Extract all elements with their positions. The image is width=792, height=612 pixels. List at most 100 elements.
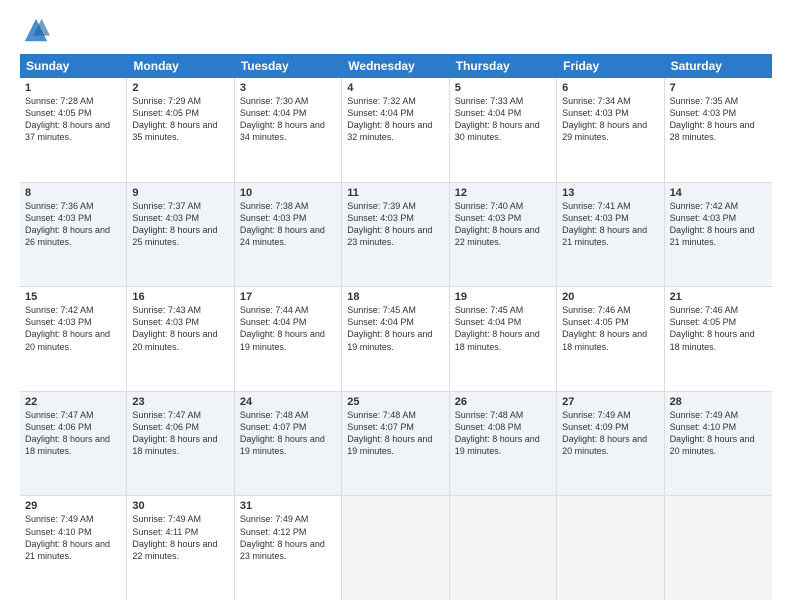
calendar-cell: 5Sunrise: 7:33 AMSunset: 4:04 PMDaylight… — [450, 78, 557, 182]
day-number: 9 — [132, 187, 228, 199]
weekday-header: Saturday — [665, 54, 772, 78]
calendar-cell: 28Sunrise: 7:49 AMSunset: 4:10 PMDayligh… — [665, 392, 772, 496]
day-info: Sunrise: 7:46 AMSunset: 4:05 PMDaylight:… — [562, 304, 658, 353]
day-info: Sunrise: 7:35 AMSunset: 4:03 PMDaylight:… — [670, 95, 767, 144]
day-number: 2 — [132, 82, 228, 94]
day-info: Sunrise: 7:42 AMSunset: 4:03 PMDaylight:… — [25, 304, 121, 353]
day-info: Sunrise: 7:49 AMSunset: 4:11 PMDaylight:… — [132, 513, 228, 562]
calendar-cell: 15Sunrise: 7:42 AMSunset: 4:03 PMDayligh… — [20, 287, 127, 391]
day-number: 29 — [25, 500, 121, 512]
calendar-cell: 8Sunrise: 7:36 AMSunset: 4:03 PMDaylight… — [20, 183, 127, 287]
calendar-row: 15Sunrise: 7:42 AMSunset: 4:03 PMDayligh… — [20, 287, 772, 392]
day-number: 23 — [132, 396, 228, 408]
day-number: 26 — [455, 396, 551, 408]
calendar-cell — [665, 496, 772, 600]
calendar-cell: 31Sunrise: 7:49 AMSunset: 4:12 PMDayligh… — [235, 496, 342, 600]
day-number: 1 — [25, 82, 121, 94]
day-info: Sunrise: 7:49 AMSunset: 4:09 PMDaylight:… — [562, 409, 658, 458]
calendar-cell: 29Sunrise: 7:49 AMSunset: 4:10 PMDayligh… — [20, 496, 127, 600]
day-info: Sunrise: 7:33 AMSunset: 4:04 PMDaylight:… — [455, 95, 551, 144]
header — [20, 16, 772, 44]
calendar-cell: 21Sunrise: 7:46 AMSunset: 4:05 PMDayligh… — [665, 287, 772, 391]
day-number: 4 — [347, 82, 443, 94]
day-info: Sunrise: 7:49 AMSunset: 4:10 PMDaylight:… — [25, 513, 121, 562]
calendar-cell: 19Sunrise: 7:45 AMSunset: 4:04 PMDayligh… — [450, 287, 557, 391]
calendar-cell: 9Sunrise: 7:37 AMSunset: 4:03 PMDaylight… — [127, 183, 234, 287]
calendar-body: 1Sunrise: 7:28 AMSunset: 4:05 PMDaylight… — [20, 78, 772, 600]
day-number: 14 — [670, 187, 767, 199]
day-number: 25 — [347, 396, 443, 408]
calendar-cell: 27Sunrise: 7:49 AMSunset: 4:09 PMDayligh… — [557, 392, 664, 496]
day-info: Sunrise: 7:42 AMSunset: 4:03 PMDaylight:… — [670, 200, 767, 249]
day-info: Sunrise: 7:48 AMSunset: 4:07 PMDaylight:… — [347, 409, 443, 458]
day-number: 11 — [347, 187, 443, 199]
day-info: Sunrise: 7:45 AMSunset: 4:04 PMDaylight:… — [347, 304, 443, 353]
calendar-cell: 18Sunrise: 7:45 AMSunset: 4:04 PMDayligh… — [342, 287, 449, 391]
day-number: 5 — [455, 82, 551, 94]
day-info: Sunrise: 7:49 AMSunset: 4:10 PMDaylight:… — [670, 409, 767, 458]
day-number: 8 — [25, 187, 121, 199]
day-info: Sunrise: 7:45 AMSunset: 4:04 PMDaylight:… — [455, 304, 551, 353]
calendar-cell: 23Sunrise: 7:47 AMSunset: 4:06 PMDayligh… — [127, 392, 234, 496]
day-info: Sunrise: 7:47 AMSunset: 4:06 PMDaylight:… — [132, 409, 228, 458]
day-info: Sunrise: 7:32 AMSunset: 4:04 PMDaylight:… — [347, 95, 443, 144]
day-number: 28 — [670, 396, 767, 408]
day-info: Sunrise: 7:46 AMSunset: 4:05 PMDaylight:… — [670, 304, 767, 353]
calendar-cell: 24Sunrise: 7:48 AMSunset: 4:07 PMDayligh… — [235, 392, 342, 496]
calendar-cell: 30Sunrise: 7:49 AMSunset: 4:11 PMDayligh… — [127, 496, 234, 600]
day-number: 19 — [455, 291, 551, 303]
calendar-cell: 16Sunrise: 7:43 AMSunset: 4:03 PMDayligh… — [127, 287, 234, 391]
calendar-cell — [342, 496, 449, 600]
calendar-cell: 4Sunrise: 7:32 AMSunset: 4:04 PMDaylight… — [342, 78, 449, 182]
day-info: Sunrise: 7:29 AMSunset: 4:05 PMDaylight:… — [132, 95, 228, 144]
day-info: Sunrise: 7:48 AMSunset: 4:08 PMDaylight:… — [455, 409, 551, 458]
calendar: SundayMondayTuesdayWednesdayThursdayFrid… — [20, 54, 772, 600]
calendar-cell: 22Sunrise: 7:47 AMSunset: 4:06 PMDayligh… — [20, 392, 127, 496]
weekday-header: Wednesday — [342, 54, 449, 78]
day-info: Sunrise: 7:34 AMSunset: 4:03 PMDaylight:… — [562, 95, 658, 144]
day-info: Sunrise: 7:49 AMSunset: 4:12 PMDaylight:… — [240, 513, 336, 562]
day-number: 10 — [240, 187, 336, 199]
day-number: 12 — [455, 187, 551, 199]
calendar-cell: 3Sunrise: 7:30 AMSunset: 4:04 PMDaylight… — [235, 78, 342, 182]
day-number: 6 — [562, 82, 658, 94]
day-number: 31 — [240, 500, 336, 512]
calendar-cell: 1Sunrise: 7:28 AMSunset: 4:05 PMDaylight… — [20, 78, 127, 182]
calendar-cell: 6Sunrise: 7:34 AMSunset: 4:03 PMDaylight… — [557, 78, 664, 182]
calendar-cell: 11Sunrise: 7:39 AMSunset: 4:03 PMDayligh… — [342, 183, 449, 287]
day-number: 21 — [670, 291, 767, 303]
weekday-header: Friday — [557, 54, 664, 78]
day-info: Sunrise: 7:28 AMSunset: 4:05 PMDaylight:… — [25, 95, 121, 144]
logo — [20, 16, 50, 44]
calendar-cell: 25Sunrise: 7:48 AMSunset: 4:07 PMDayligh… — [342, 392, 449, 496]
day-number: 24 — [240, 396, 336, 408]
calendar-cell: 13Sunrise: 7:41 AMSunset: 4:03 PMDayligh… — [557, 183, 664, 287]
day-info: Sunrise: 7:48 AMSunset: 4:07 PMDaylight:… — [240, 409, 336, 458]
day-info: Sunrise: 7:38 AMSunset: 4:03 PMDaylight:… — [240, 200, 336, 249]
day-info: Sunrise: 7:41 AMSunset: 4:03 PMDaylight:… — [562, 200, 658, 249]
day-number: 18 — [347, 291, 443, 303]
day-info: Sunrise: 7:43 AMSunset: 4:03 PMDaylight:… — [132, 304, 228, 353]
calendar-header: SundayMondayTuesdayWednesdayThursdayFrid… — [20, 54, 772, 78]
day-number: 15 — [25, 291, 121, 303]
day-number: 16 — [132, 291, 228, 303]
weekday-header: Thursday — [450, 54, 557, 78]
day-number: 13 — [562, 187, 658, 199]
day-info: Sunrise: 7:37 AMSunset: 4:03 PMDaylight:… — [132, 200, 228, 249]
page: SundayMondayTuesdayWednesdayThursdayFrid… — [0, 0, 792, 612]
day-info: Sunrise: 7:36 AMSunset: 4:03 PMDaylight:… — [25, 200, 121, 249]
weekday-header: Sunday — [20, 54, 127, 78]
calendar-cell — [450, 496, 557, 600]
calendar-cell — [557, 496, 664, 600]
day-info: Sunrise: 7:30 AMSunset: 4:04 PMDaylight:… — [240, 95, 336, 144]
calendar-row: 29Sunrise: 7:49 AMSunset: 4:10 PMDayligh… — [20, 496, 772, 600]
logo-icon — [22, 16, 50, 44]
calendar-cell: 20Sunrise: 7:46 AMSunset: 4:05 PMDayligh… — [557, 287, 664, 391]
day-number: 3 — [240, 82, 336, 94]
calendar-cell: 26Sunrise: 7:48 AMSunset: 4:08 PMDayligh… — [450, 392, 557, 496]
calendar-cell: 10Sunrise: 7:38 AMSunset: 4:03 PMDayligh… — [235, 183, 342, 287]
calendar-cell: 2Sunrise: 7:29 AMSunset: 4:05 PMDaylight… — [127, 78, 234, 182]
weekday-header: Tuesday — [235, 54, 342, 78]
day-number: 20 — [562, 291, 658, 303]
day-info: Sunrise: 7:44 AMSunset: 4:04 PMDaylight:… — [240, 304, 336, 353]
